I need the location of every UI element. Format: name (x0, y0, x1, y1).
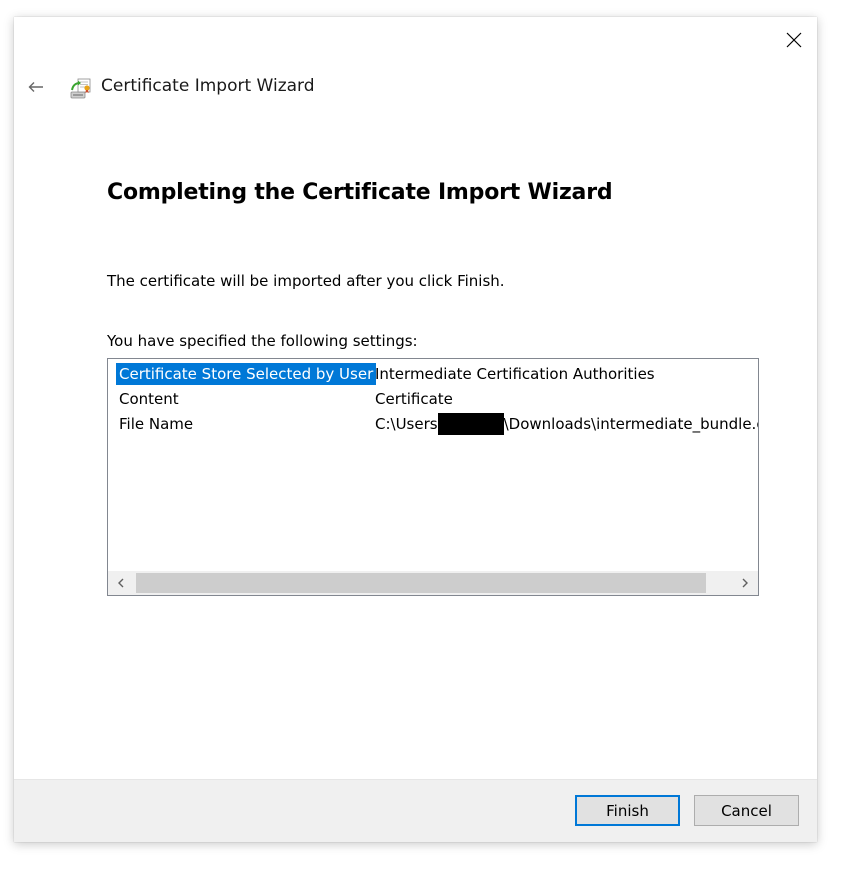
settings-row[interactable]: Content Certificate (108, 386, 758, 411)
settings-listbox[interactable]: Certificate Store Selected by User Inter… (107, 358, 759, 596)
back-arrow-icon (28, 82, 43, 92)
finish-button[interactable]: Finish (575, 795, 680, 826)
settings-row-value: Intermediate Certification Authorities (375, 365, 655, 383)
settings-row-name: Certificate Store Selected by User (116, 363, 377, 385)
file-path-suffix: \Downloads\intermediate_bundle.ce (503, 415, 759, 433)
settings-row-value: Certificate (375, 390, 453, 408)
close-button[interactable] (771, 17, 817, 63)
certificate-import-wizard-window: Certificate Import Wizard Completing the… (14, 17, 817, 842)
horizontal-scrollbar[interactable] (108, 571, 758, 595)
redaction-block (437, 413, 504, 435)
info-text: The certificate will be imported after y… (107, 272, 505, 290)
settings-row[interactable]: File Name C:\Users \Downloads\intermediat… (108, 411, 758, 436)
close-icon (786, 32, 802, 48)
scroll-thumb[interactable] (136, 573, 706, 593)
chevron-right-icon (742, 578, 748, 588)
chevron-left-icon (118, 578, 124, 588)
back-button[interactable] (24, 75, 48, 99)
file-path-prefix: C:\Users (375, 415, 438, 433)
settings-row-value: C:\Users \Downloads\intermediate_bundle.c… (375, 413, 759, 435)
wizard-title: Certificate Import Wizard (101, 76, 315, 96)
scroll-left-button[interactable] (108, 571, 134, 595)
button-bar: Finish Cancel (14, 779, 817, 842)
settings-row[interactable]: Certificate Store Selected by User Inter… (108, 361, 758, 386)
certificate-wizard-icon (70, 78, 91, 99)
page-heading: Completing the Certificate Import Wizard (107, 180, 613, 205)
scroll-right-button[interactable] (732, 571, 758, 595)
cancel-button[interactable]: Cancel (694, 795, 799, 826)
settings-row-name: File Name (119, 415, 194, 433)
settings-label: You have specified the following setting… (107, 332, 418, 350)
settings-row-name: Content (119, 390, 179, 408)
